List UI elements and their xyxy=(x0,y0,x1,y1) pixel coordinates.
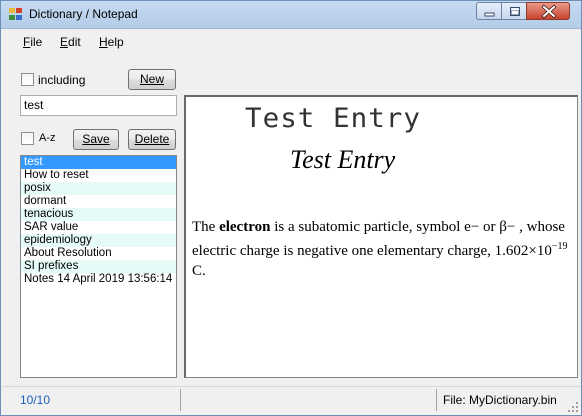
entry-heading-serif: Test Entry xyxy=(290,145,396,174)
maximize-icon xyxy=(510,7,520,16)
az-label: A-z xyxy=(39,132,56,144)
status-divider xyxy=(180,389,181,411)
entry-count: 10/10 xyxy=(20,393,51,407)
body-bold-term: electron xyxy=(219,219,271,235)
list-item[interactable]: How to reset xyxy=(21,169,176,182)
close-icon xyxy=(541,4,557,19)
entry-list[interactable]: test How to reset posix dormant tenaciou… xyxy=(20,155,177,378)
save-button[interactable]: Save xyxy=(73,129,119,150)
app-dictionary-icon xyxy=(9,8,23,21)
body-prefix: The xyxy=(192,219,220,235)
list-item[interactable]: test xyxy=(21,156,176,169)
entry-heading-mono: Test Entry xyxy=(245,103,422,134)
list-item[interactable]: epidemiology xyxy=(21,234,176,247)
delete-button-label: Delete xyxy=(134,132,170,146)
body-suffix: C. xyxy=(192,263,206,279)
status-bar: 10/10 File: MyDictionary.bin xyxy=(2,386,581,415)
file-name: File: MyDictionary.bin xyxy=(443,393,557,407)
minimize-button[interactable] xyxy=(476,2,502,20)
close-button[interactable] xyxy=(526,2,570,20)
including-checkbox[interactable] xyxy=(21,73,34,86)
list-item[interactable]: SAR value xyxy=(21,221,176,234)
list-item[interactable]: Notes 14 April 2019 13:56:14 xyxy=(21,273,176,286)
main-window: Dictionary / Notepad File Edit Help incl… xyxy=(0,0,582,416)
list-item[interactable]: SI prefixes xyxy=(21,260,176,273)
new-button-label: New xyxy=(139,72,164,86)
resize-grip-icon[interactable] xyxy=(568,402,578,412)
status-divider xyxy=(436,389,437,411)
az-checkbox[interactable] xyxy=(21,132,34,145)
including-label: including xyxy=(38,73,86,87)
body-exponent: −19 xyxy=(551,241,568,252)
title-bar[interactable]: Dictionary / Notepad xyxy=(1,1,581,29)
search-input[interactable]: test xyxy=(20,95,177,116)
list-item[interactable]: tenacious xyxy=(21,208,176,221)
menu-bar: File Edit Help xyxy=(2,30,581,54)
window-title: Dictionary / Notepad xyxy=(29,7,138,21)
list-item[interactable]: posix xyxy=(21,182,176,195)
maximize-button[interactable] xyxy=(501,2,527,20)
save-button-label: Save xyxy=(82,132,110,146)
new-button[interactable]: New xyxy=(128,69,176,90)
minimize-icon xyxy=(484,12,495,17)
menu-edit[interactable]: Edit xyxy=(60,35,81,49)
delete-button[interactable]: Delete xyxy=(128,129,176,150)
list-item[interactable]: dormant xyxy=(21,195,176,208)
list-item[interactable]: About Resolution xyxy=(21,247,176,260)
entry-viewer[interactable]: Test Entry Test Entry The electron is a … xyxy=(184,95,578,378)
entry-body: The electron is a subatomic particle, sy… xyxy=(192,217,572,281)
menu-help[interactable]: Help xyxy=(99,35,124,49)
menu-file[interactable]: File xyxy=(23,35,42,49)
